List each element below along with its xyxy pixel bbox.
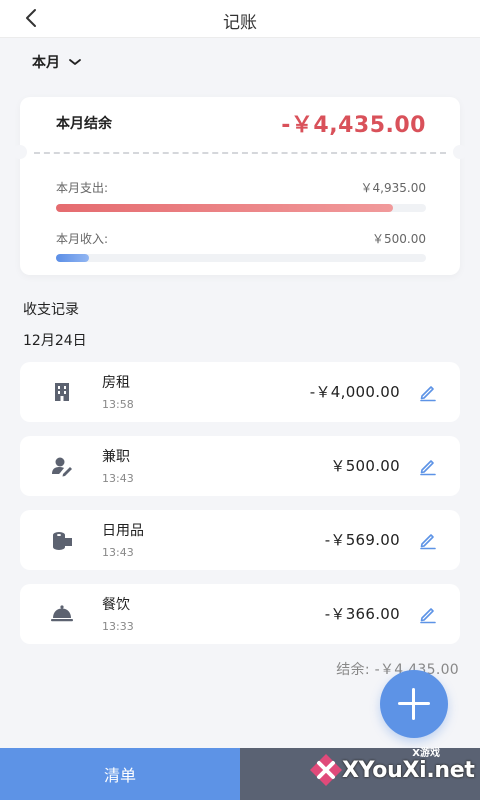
record-amount: ￥500.00 <box>330 457 400 475</box>
edit-icon[interactable] <box>418 604 438 624</box>
income-label: 本月收入: <box>56 232 109 246</box>
record-item-daily-goods[interactable]: 日用品 13:43 -￥569.00 <box>20 510 460 570</box>
expense-value: ￥4,935.00 <box>360 181 426 195</box>
page-title: 记账 <box>223 13 257 33</box>
record-amount: -￥4,000.00 <box>309 383 400 401</box>
monthly-summary-card: 本月结余 -￥4,435.00 本月支出: ￥4,935.00 本月收入: ￥5… <box>13 97 467 275</box>
expense-bar-fill <box>56 204 393 212</box>
person-edit-icon <box>52 457 72 477</box>
record-amount: -￥569.00 <box>324 531 400 549</box>
record-amount: -￥366.00 <box>324 605 400 623</box>
record-time: 13:33 <box>102 620 134 633</box>
record-name: 餐饮 <box>102 597 130 613</box>
chevron-down-icon <box>69 59 81 65</box>
record-time: 13:43 <box>102 546 134 559</box>
watermark-tag: X游戏 <box>412 748 440 759</box>
income-bar <box>56 254 426 262</box>
expense-label: 本月支出: <box>56 181 109 195</box>
record-name: 兼职 <box>102 449 130 465</box>
add-record-button[interactable] <box>380 670 448 738</box>
record-item-rent[interactable]: 房租 13:58 -￥4,000.00 <box>20 362 460 422</box>
summary-label: 本月结余 <box>56 116 112 132</box>
dashed-divider <box>34 152 446 154</box>
income-bar-fill <box>56 254 90 262</box>
food-cloche-icon <box>51 605 73 622</box>
edit-icon[interactable] <box>418 456 438 476</box>
period-selector[interactable]: 本月 <box>32 52 82 72</box>
records-section-title: 收支记录 <box>23 302 79 318</box>
watermark-text: XYouXi.net <box>342 758 475 783</box>
record-item-dining[interactable]: 餐饮 13:33 -￥366.00 <box>20 584 460 644</box>
watermark-logo-icon <box>310 754 342 786</box>
edit-icon[interactable] <box>418 530 438 550</box>
record-name: 房租 <box>102 375 130 391</box>
expense-bar <box>56 204 426 212</box>
tab-list[interactable]: 清单 <box>0 748 240 800</box>
card-notch-right <box>453 145 467 159</box>
expense-row: 本月支出: ￥4,935.00 <box>56 179 426 196</box>
top-bar: 记账 <box>0 0 480 38</box>
income-value: ￥500.00 <box>372 232 426 246</box>
watermark: X游戏 XYouXi.net <box>300 742 480 800</box>
toilet-paper-icon <box>53 532 72 550</box>
building-icon <box>55 383 69 401</box>
record-name: 日用品 <box>102 523 144 539</box>
edit-icon[interactable] <box>418 382 438 402</box>
income-row: 本月收入: ￥500.00 <box>56 230 426 247</box>
summary-amount: -￥4,435.00 <box>281 113 426 138</box>
records-date: 12月24日 <box>23 333 87 349</box>
record-item-parttime[interactable]: 兼职 13:43 ￥500.00 <box>20 436 460 496</box>
card-notch-left <box>13 145 27 159</box>
period-label: 本月 <box>32 55 60 71</box>
record-time: 13:58 <box>102 398 134 411</box>
record-time: 13:43 <box>102 472 134 485</box>
